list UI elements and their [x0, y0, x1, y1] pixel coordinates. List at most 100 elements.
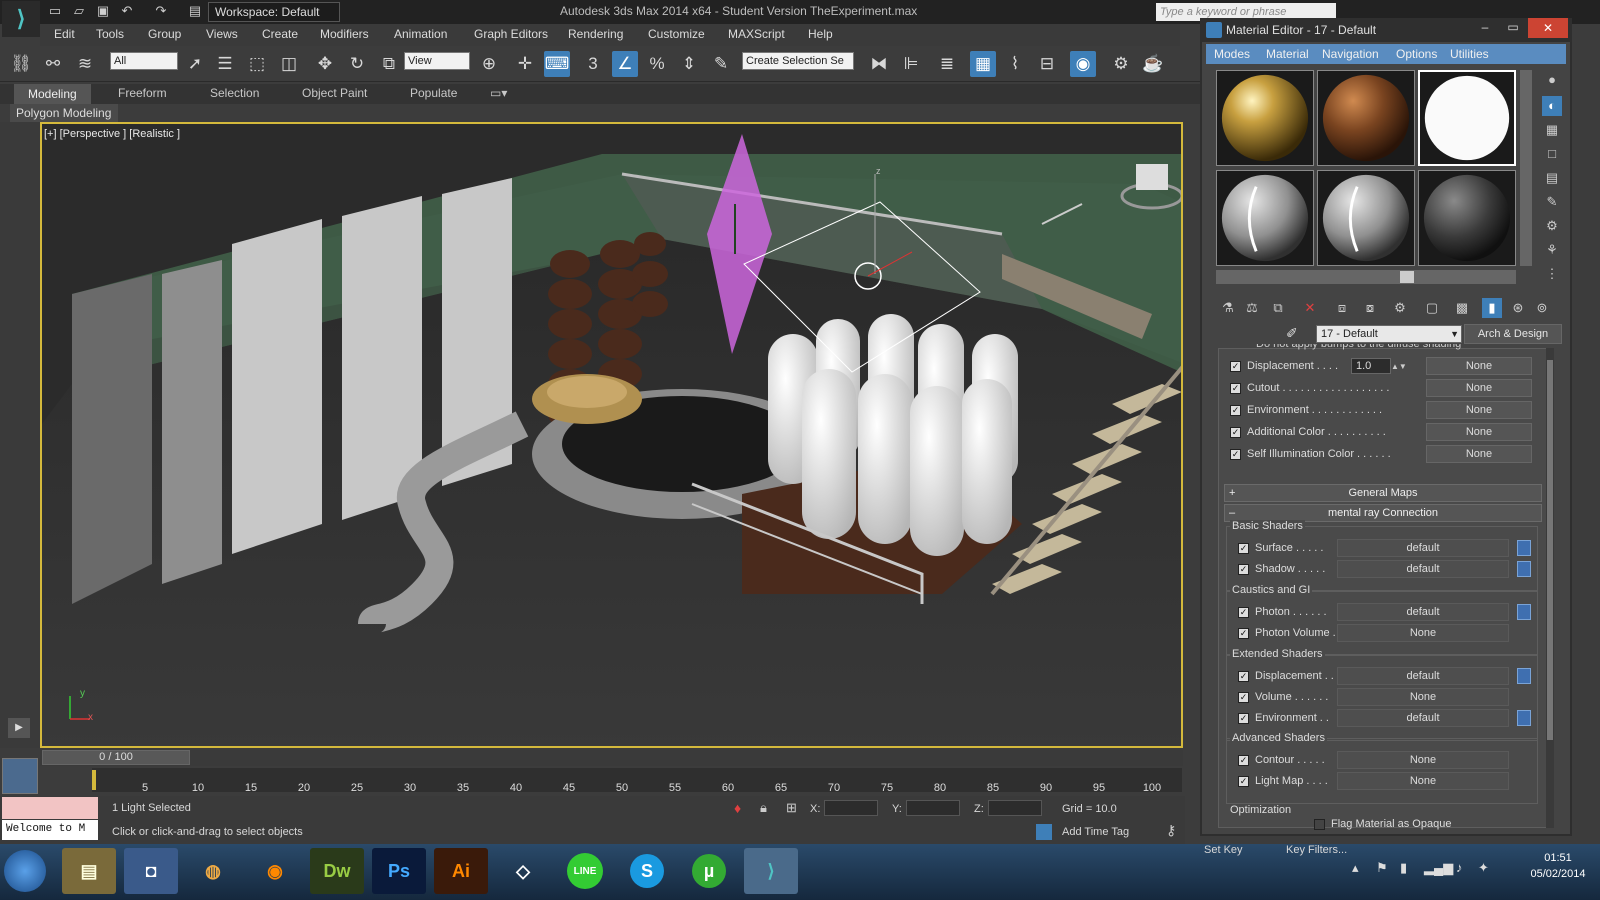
sample-slot-white-selected[interactable]	[1418, 70, 1516, 166]
key-icon[interactable]: ⚷	[1166, 822, 1176, 839]
menu-help[interactable]: Help	[808, 27, 833, 41]
select-manipulate-icon[interactable]: ✛	[512, 51, 538, 77]
go-forward-sibling-icon[interactable]: ⊚	[1532, 298, 1552, 318]
material-map-navigator-icon[interactable]: ⋮	[1542, 264, 1562, 284]
utorrent-icon[interactable]: µ	[682, 848, 736, 894]
backlight-icon[interactable]: ◐	[1542, 96, 1562, 116]
select-by-name-icon[interactable]: ☰	[212, 51, 238, 77]
background-icon[interactable]: ▦	[1542, 120, 1562, 140]
3dsmax-logo-icon[interactable]: ⟩	[2, 1, 40, 37]
keyboard-shortcut-override-icon[interactable]: ⌨	[544, 51, 570, 77]
open-file-icon[interactable]: ▱	[70, 3, 88, 19]
uv-tiling-icon[interactable]: □	[1542, 144, 1562, 164]
bind-spacewarp-icon[interactable]: ≋	[72, 51, 98, 77]
go-to-parent-icon[interactable]: ⊛	[1508, 298, 1528, 318]
menu-modifiers[interactable]: Modifiers	[320, 27, 369, 41]
reset-map-icon[interactable]: ✕	[1300, 298, 1320, 318]
time-tag-icon[interactable]	[1036, 824, 1052, 840]
edit-named-selection-icon[interactable]: ✎	[708, 51, 734, 77]
dreamweaver-icon[interactable]: Dw	[310, 848, 364, 894]
select-by-material-icon[interactable]: ⚘	[1542, 240, 1562, 260]
select-object-icon[interactable]: ➚	[182, 51, 208, 77]
shader-enable-checkbox[interactable]: ✓	[1238, 627, 1249, 639]
start-button-icon[interactable]	[4, 850, 46, 892]
shader-lock-icon[interactable]	[1517, 604, 1531, 620]
sample-slot-wood[interactable]	[1317, 70, 1415, 166]
menu-create[interactable]: Create	[262, 27, 298, 41]
rollout-scroll-thumb[interactable]	[1547, 360, 1553, 740]
perspective-viewport[interactable]	[40, 122, 1183, 748]
get-material-icon[interactable]: ⚗	[1218, 298, 1238, 318]
tab-object-paint[interactable]: Object Paint	[302, 86, 367, 100]
shader-lock-icon[interactable]	[1517, 561, 1531, 577]
shader-button[interactable]: None	[1337, 751, 1509, 769]
minimize-icon[interactable]: –	[1472, 20, 1498, 38]
shader-lock-icon[interactable]	[1517, 668, 1531, 684]
ribbon-options-icon[interactable]: ▭▾	[490, 86, 507, 100]
dropbox-icon[interactable]: ✦	[1478, 860, 1489, 876]
render-setup-icon[interactable]: ⚙	[1108, 51, 1134, 77]
menu-views[interactable]: Views	[206, 27, 238, 41]
curve-editor-icon[interactable]: ⌇	[1002, 51, 1028, 77]
scale-icon[interactable]: ⧉	[376, 51, 402, 77]
close-icon[interactable]: ✕	[1528, 18, 1568, 38]
video-color-icon[interactable]: ▤	[1542, 168, 1562, 188]
menu-maxscript[interactable]: MAXScript	[728, 27, 785, 41]
map-amount-spinner[interactable]: 1.0	[1351, 358, 1391, 374]
tab-selection[interactable]: Selection	[210, 86, 259, 100]
put-to-scene-icon[interactable]: ⚖	[1242, 298, 1262, 318]
isolate-icon[interactable]: ♦	[734, 800, 741, 816]
align-icon[interactable]: ⊫	[898, 51, 924, 77]
project-folder-icon[interactable]: ▤	[186, 3, 204, 19]
show-shaded-icon[interactable]: ▩	[1452, 298, 1472, 318]
sample-type-icon[interactable]: ●	[1542, 70, 1562, 90]
sample-slot-gold[interactable]	[1216, 70, 1314, 166]
workspace-dropdown[interactable]: Workspace: Default	[208, 2, 340, 22]
schematic-view-icon[interactable]: ⊟	[1034, 51, 1060, 77]
shader-enable-checkbox[interactable]: ✓	[1238, 775, 1249, 787]
material-id-icon[interactable]: ▢	[1422, 298, 1442, 318]
map-none-button[interactable]: None	[1426, 357, 1532, 375]
show-end-result-icon[interactable]: ▮	[1482, 298, 1502, 318]
x-coord-field[interactable]	[824, 800, 878, 816]
material-name-dropdown-icon[interactable]: ▼	[1450, 326, 1459, 342]
maximize-icon[interactable]: ▭	[1500, 20, 1526, 38]
percent-snap-icon[interactable]: %	[644, 51, 670, 77]
map-enable-checkbox[interactable]: ✓	[1230, 448, 1241, 460]
flag-icon[interactable]: ⚑	[1376, 860, 1388, 876]
spinner-snap-icon[interactable]: ⇕	[676, 51, 702, 77]
tab-modeling[interactable]: Modeling	[14, 84, 91, 104]
clock[interactable]: 01:51 05/02/2014	[1520, 850, 1596, 882]
material-type-button[interactable]: Arch & Design	[1464, 324, 1562, 344]
network-icon[interactable]: ▂▄▆	[1424, 860, 1453, 876]
general-maps-rollout[interactable]: + General Maps	[1224, 484, 1542, 502]
add-time-tag[interactable]: Add Time Tag	[1062, 826, 1129, 838]
shader-enable-checkbox[interactable]: ✓	[1238, 670, 1249, 682]
power-icon[interactable]: ▮	[1400, 860, 1407, 876]
shader-button[interactable]: default	[1337, 560, 1509, 578]
pivot-center-icon[interactable]: ⊕	[476, 51, 502, 77]
slots-scroll-thumb[interactable]	[1400, 271, 1414, 283]
shader-button[interactable]: default	[1337, 709, 1509, 727]
maxscript-output[interactable]: Welcome to M	[2, 820, 98, 840]
save-file-icon[interactable]: ▣	[94, 3, 112, 19]
move-icon[interactable]: ✥	[312, 51, 338, 77]
map-enable-checkbox[interactable]: ✓	[1230, 382, 1241, 394]
shader-button[interactable]: default	[1337, 603, 1509, 621]
me-menu-options[interactable]: Options	[1396, 47, 1437, 61]
menu-rendering[interactable]: Rendering	[568, 27, 623, 41]
sample-slot-dark[interactable]	[1418, 170, 1516, 266]
shader-button[interactable]: None	[1337, 688, 1509, 706]
unlink-icon[interactable]: ⚯	[40, 51, 66, 77]
layer-manager-icon[interactable]: ≣	[934, 51, 960, 77]
tab-freeform[interactable]: Freeform	[118, 86, 167, 100]
play-expand-icon[interactable]: ▶	[8, 718, 30, 738]
map-enable-checkbox[interactable]: ✓	[1230, 360, 1241, 372]
copy-material-icon[interactable]: ⧈	[1332, 298, 1352, 318]
shader-enable-checkbox[interactable]: ✓	[1238, 563, 1249, 575]
volume-icon[interactable]: ♪	[1456, 860, 1463, 875]
key-filters-button[interactable]: Key Filters...	[1286, 844, 1347, 856]
shader-enable-checkbox[interactable]: ✓	[1238, 754, 1249, 766]
angle-snap-icon[interactable]: ∠	[612, 51, 638, 77]
shader-button[interactable]: None	[1337, 624, 1509, 642]
